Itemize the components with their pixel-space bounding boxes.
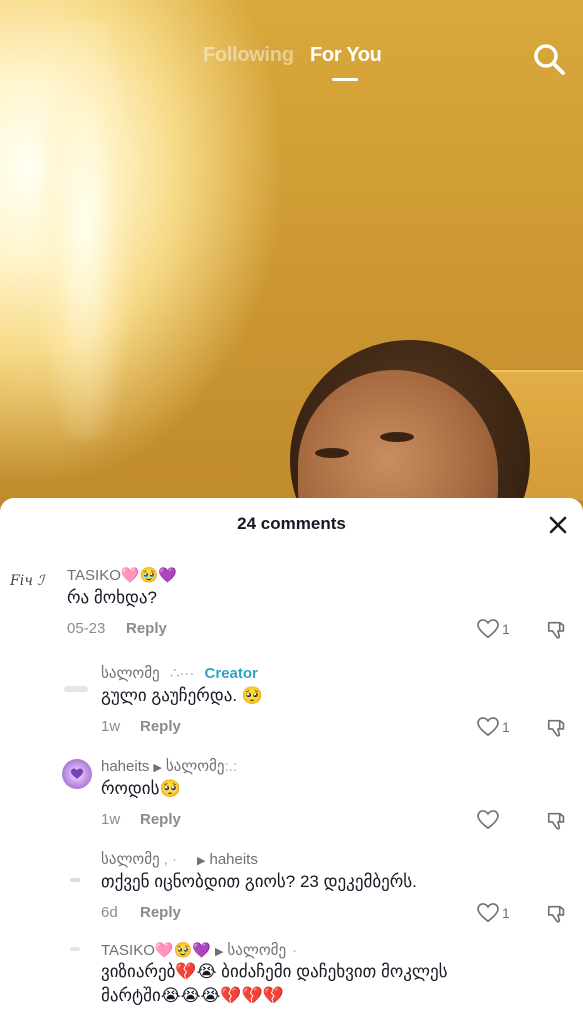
avatar[interactable]: [70, 878, 80, 882]
username-text: haheits: [101, 758, 150, 775]
comment-date: 05-23: [67, 620, 106, 637]
avatar[interactable]: Fіч ℐ: [10, 572, 60, 606]
comments-count-title: 24 comments: [237, 514, 346, 533]
comment-text: გული გაუჩერდა. 🥺: [101, 686, 263, 705]
comment-text: რა მოხდა?: [67, 588, 158, 607]
search-icon[interactable]: [532, 42, 566, 76]
heart-icon[interactable]: [477, 619, 499, 639]
comment-date: 1w: [101, 811, 121, 828]
username-text: TASIKO🩷🥹💜: [101, 942, 211, 959]
dislike-icon[interactable]: [546, 619, 568, 641]
comment-text: თქვენ იცნობდით გიოს? 23 დეკემბერს.: [101, 872, 417, 891]
avatar-handwriting: Fіч ℐ: [10, 573, 44, 589]
dislike-icon[interactable]: [546, 717, 568, 739]
tab-following[interactable]: Following: [203, 44, 294, 67]
username-text: სალომე: [101, 851, 160, 868]
comment-item: haheits ▶ სალომე:.: როდის🥺 1w Reply: [0, 755, 583, 845]
comment-date: 6d: [101, 904, 118, 921]
close-icon[interactable]: [545, 512, 571, 538]
comment-text-line-1: ვიზიარებ💔😭 ბიძაჩემი დაჩეხვით მოკლეს: [101, 962, 448, 981]
reply-to-username: haheits: [209, 851, 258, 868]
comment-item: სალომე ∴··· Creator გული გაუჩერდა. 🥺 1w …: [0, 662, 583, 752]
person-eye-left: [315, 448, 349, 458]
person-eye-right: [380, 432, 414, 442]
creator-badge: Creator: [204, 665, 258, 682]
heart-icon[interactable]: [477, 717, 499, 737]
comment-username[interactable]: TASIKO🩷🥹💜 ▶ სალომე ·: [101, 941, 297, 959]
comment-item: TASIKO🩷🥹💜 ▶ სალომე · ვიზიარებ💔😭 ბიძაჩემი და…: [0, 941, 583, 1024]
comment-item: სალომე, · ▶ haheits თქვენ იცნობდით გიოს? 2…: [0, 848, 583, 938]
tab-for-you[interactable]: For You: [310, 44, 382, 67]
heart-icon[interactable]: [477, 903, 499, 923]
comment-item: Fіч ℐ TASIKO🩷🥹💜 რა მოხდა? 05-23 Reply 1: [0, 564, 583, 654]
comment-username[interactable]: TASIKO🩷🥹💜: [67, 566, 177, 584]
dislike-icon[interactable]: [546, 903, 568, 925]
dislike-icon[interactable]: [546, 810, 568, 832]
reply-to-username: სალომე: [227, 942, 287, 959]
comment-text: როდის🥺: [101, 779, 181, 798]
top-navigation: Following For You: [0, 0, 583, 100]
username-text: სალომე: [101, 665, 160, 682]
reply-to-username: სალომე: [165, 758, 225, 775]
avatar[interactable]: [70, 947, 80, 951]
comment-date: 1w: [101, 718, 121, 735]
like-count: 1: [502, 621, 510, 637]
like-count: 1: [502, 905, 510, 921]
comment-username[interactable]: haheits ▶ სალომე:.:: [101, 757, 237, 775]
comments-sheet: 24 comments Fіч ℐ TASIKO🩷🥹💜 რა მოხდა? 05…: [0, 498, 583, 1024]
avatar[interactable]: [64, 686, 88, 692]
purple-heart-icon: [71, 768, 83, 779]
reply-arrow-icon: ▶: [153, 762, 162, 774]
reply-button[interactable]: Reply: [126, 620, 167, 637]
comment-text-line-2: მარტში😭😭😭💔💔💔: [101, 986, 284, 1005]
active-tab-indicator: [332, 78, 358, 81]
like-count: 1: [502, 719, 510, 735]
reply-button[interactable]: Reply: [140, 718, 181, 735]
heart-icon[interactable]: [477, 810, 499, 830]
comment-username[interactable]: სალომე, · ▶ haheits: [101, 850, 258, 868]
reply-arrow-icon: ▶: [197, 855, 206, 867]
reply-arrow-icon: ▶: [214, 946, 224, 958]
reply-button[interactable]: Reply: [140, 904, 181, 921]
comment-username[interactable]: სალომე ∴··· Creator: [101, 664, 258, 682]
reply-button[interactable]: Reply: [140, 811, 181, 828]
avatar[interactable]: [62, 759, 92, 789]
